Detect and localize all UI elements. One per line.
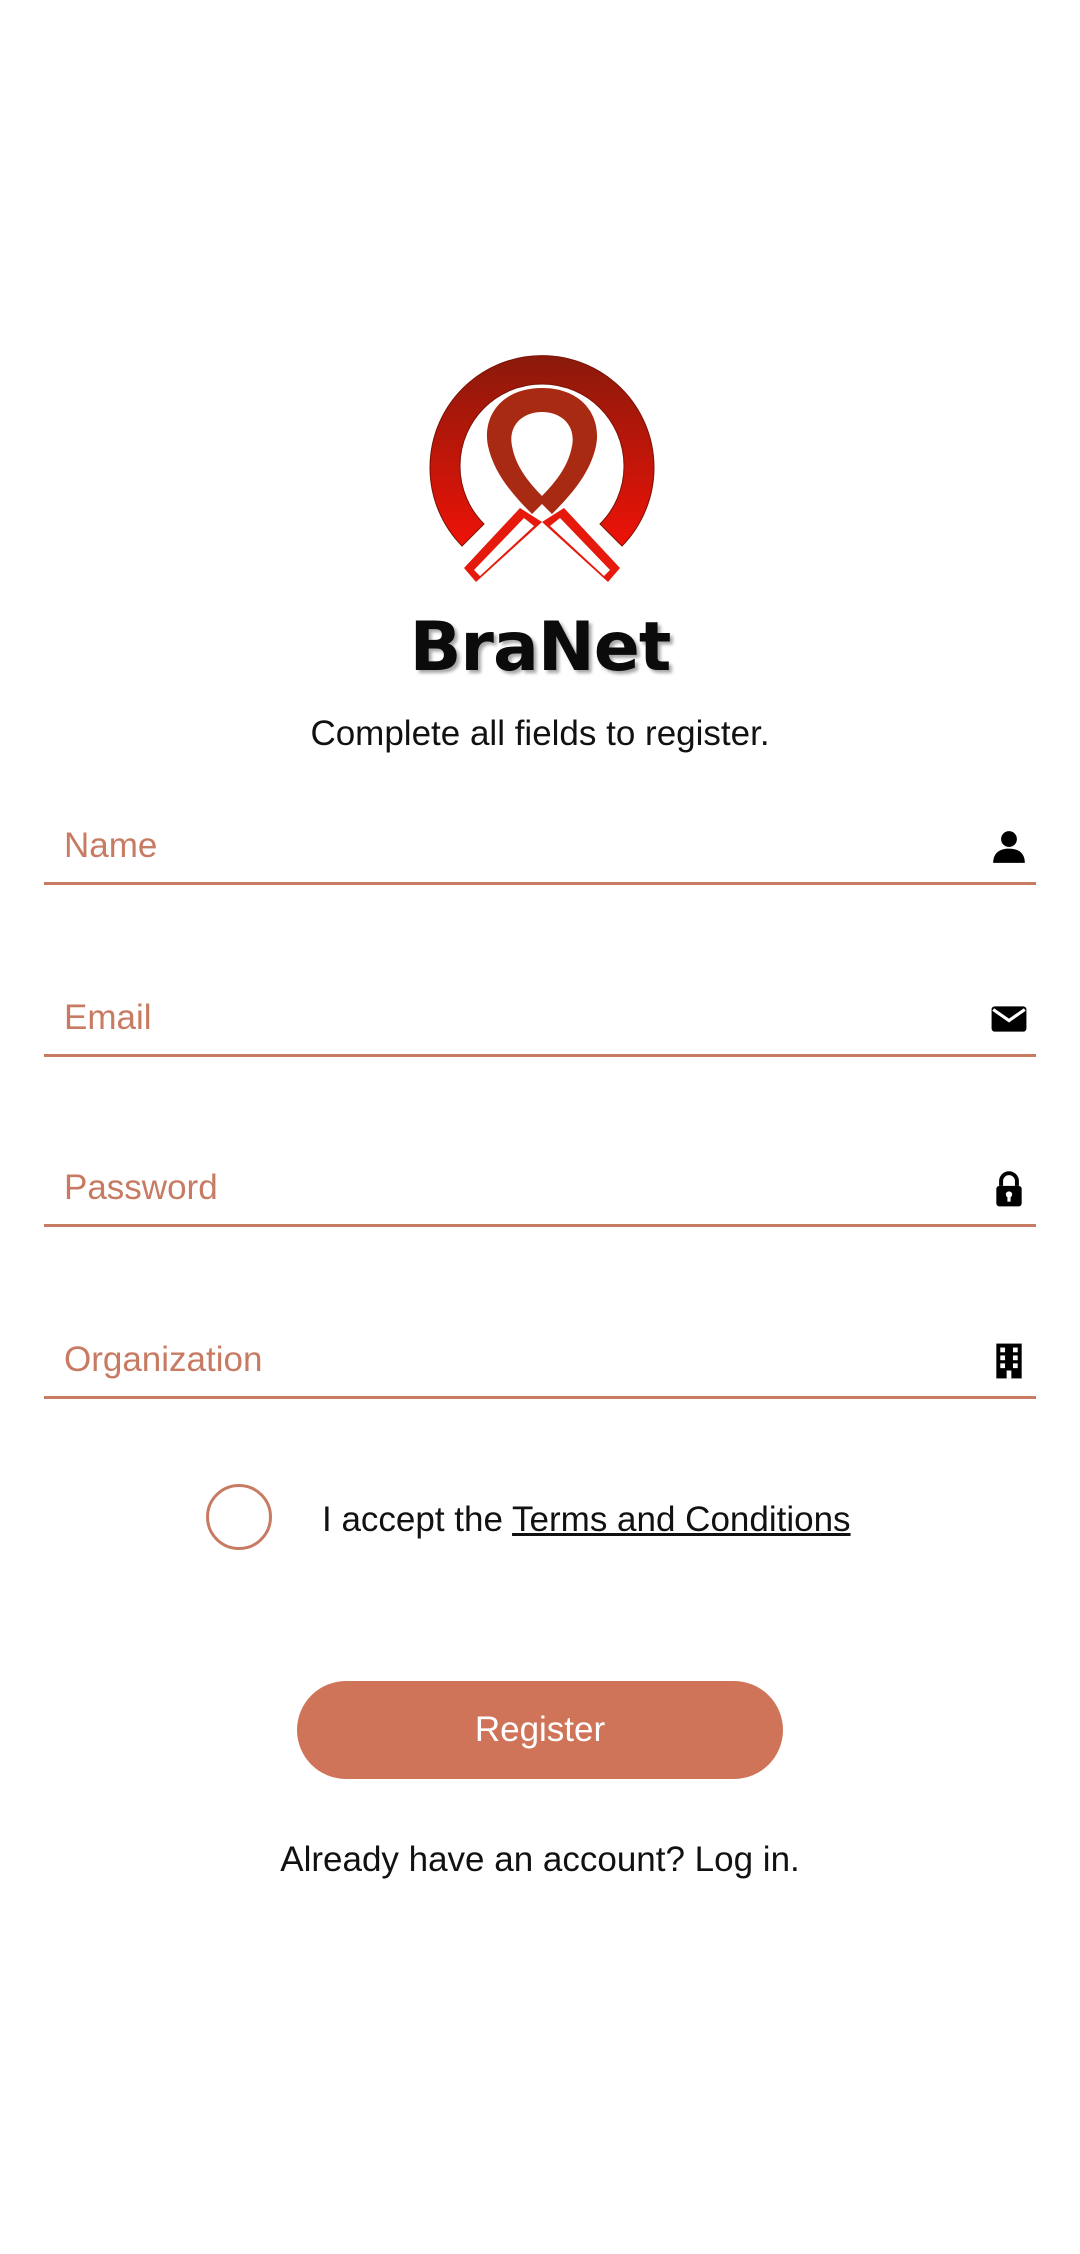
register-button[interactable]: Register bbox=[297, 1681, 783, 1779]
password-input[interactable] bbox=[64, 1152, 964, 1224]
brand-name: BraNet bbox=[409, 608, 672, 687]
building-icon bbox=[996, 1343, 1022, 1379]
email-input[interactable] bbox=[64, 982, 964, 1054]
terms-prefix: I accept the bbox=[322, 1500, 513, 1539]
branet-logo bbox=[429, 355, 655, 582]
password-field[interactable] bbox=[44, 1152, 1036, 1227]
lock-icon bbox=[996, 1171, 1022, 1207]
terms-checkbox[interactable] bbox=[206, 1484, 272, 1550]
organization-input[interactable] bbox=[64, 1324, 964, 1396]
organization-field[interactable] bbox=[44, 1324, 1036, 1399]
page-subtitle: Complete all fields to register. bbox=[310, 714, 770, 753]
login-link[interactable]: Already have an account? Log in. bbox=[0, 1840, 1080, 1880]
terms-text: I accept the Terms and Conditions bbox=[322, 1500, 851, 1540]
email-field[interactable] bbox=[44, 982, 1036, 1057]
name-field[interactable] bbox=[44, 810, 1036, 885]
name-input[interactable] bbox=[64, 810, 964, 882]
terms-row: I accept the Terms and Conditions bbox=[206, 1484, 906, 1556]
terms-link[interactable]: Terms and Conditions bbox=[512, 1500, 851, 1539]
envelope-icon bbox=[991, 1006, 1027, 1032]
person-icon bbox=[993, 831, 1025, 863]
